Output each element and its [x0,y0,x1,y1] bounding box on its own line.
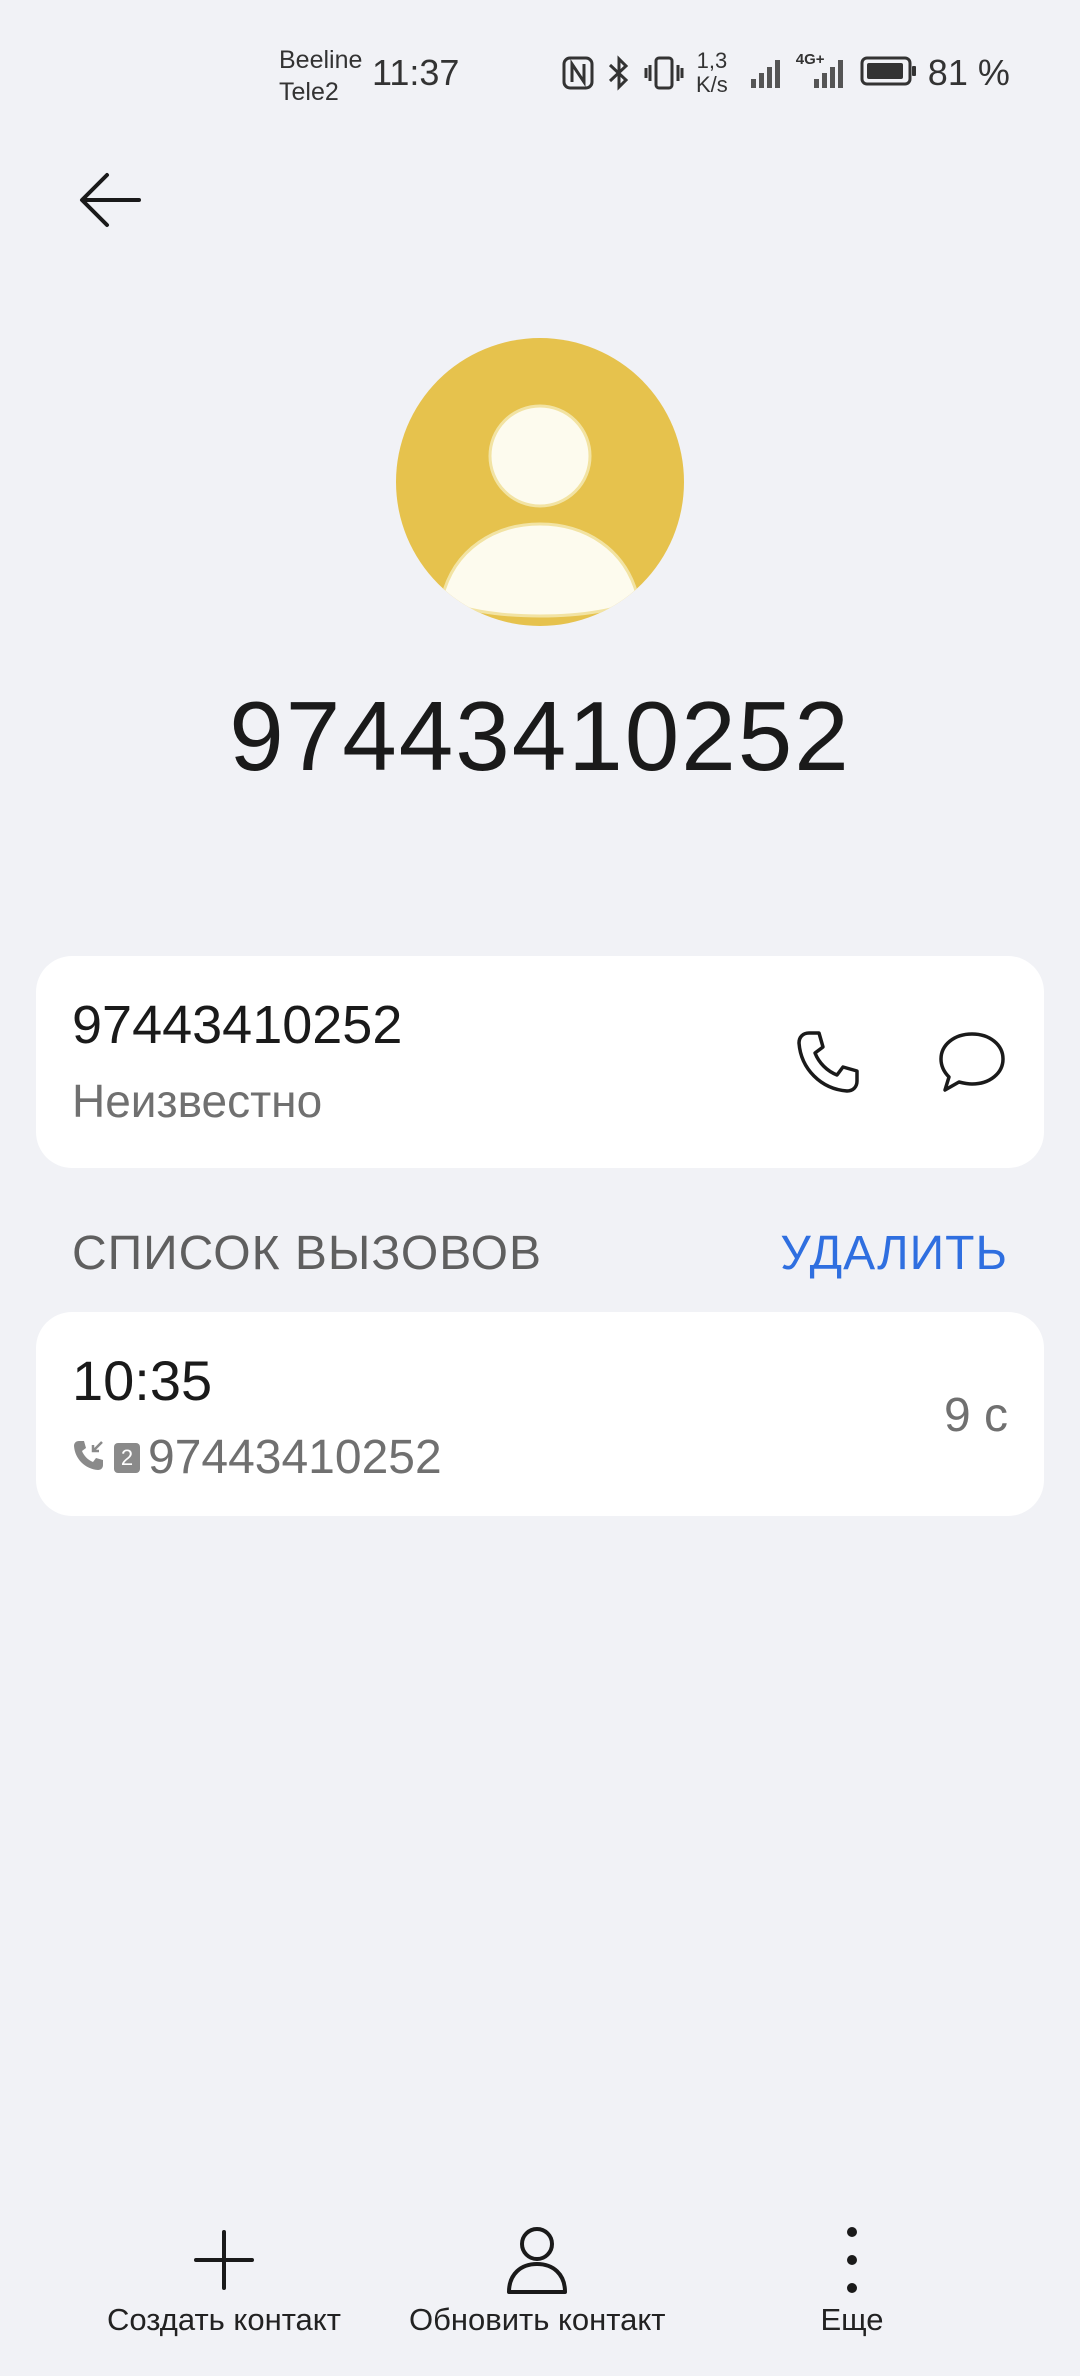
update-contact-label: Обновить контакт [409,2302,666,2337]
status-bar: Beeline Tele2 11:37 1,3 K/s 4G+ 81 % [0,0,1080,140]
back-button[interactable] [70,160,150,240]
more-button[interactable]: Еще [812,2220,892,2338]
update-contact-button[interactable]: Обновить контакт [409,2220,665,2338]
carrier-names: Beeline Tele2 [279,44,362,108]
network-type-label: 4G+ [795,51,825,68]
avatar [396,338,684,626]
battery-percent: 81 % [927,52,1010,93]
message-bubble-icon [939,1032,1005,1092]
sim-2-badge: 2 [114,1442,140,1473]
plus-icon [193,2230,254,2290]
vibrate-icon [644,55,684,91]
carrier-1: Beeline [279,46,363,74]
battery-icon [860,55,918,92]
more-vertical-icon [847,2227,857,2293]
more-label: Еще [820,2302,884,2337]
phone-icon [797,1031,859,1093]
call-log-title: СПИСОК ВЫЗОВОВ [72,1227,542,1280]
signal-4g-icon: 4G+ [796,51,848,89]
create-contact-button[interactable]: Создать контакт [107,2220,341,2338]
signal-icon [750,57,784,89]
contact-number-card: 97443410252 Неизвестно [36,956,1044,1168]
call-button[interactable] [788,1022,868,1102]
call-details: 2 97443410252 [72,1430,442,1485]
arrow-left-icon [80,173,141,227]
contact-title-number: 97443410252 [229,681,851,791]
nfc-icon [562,56,594,90]
message-button[interactable] [932,1022,1012,1102]
phone-label: Неизвестно [72,1075,323,1127]
person-icon [440,404,640,618]
call-time: 10:35 [72,1349,213,1412]
carrier-2: Tele2 [279,78,339,106]
status-icons: 1,3 K/s 4G+ 81 % [562,48,1010,98]
network-speed: 1,3 K/s [696,48,728,97]
contact-detail-screen: Beeline Tele2 11:37 1,3 K/s 4G+ 81 % 974… [0,0,1080,2376]
bluetooth-icon [606,55,632,91]
bottom-action-bar: Создать контакт Обновить контакт Еще [0,2220,1080,2340]
call-duration: 9 с [943,1389,1008,1442]
incoming-call-icon [72,1438,106,1477]
call-log-entry[interactable]: 10:35 2 97443410252 9 с [36,1312,1044,1516]
call-number: 97443410252 [148,1431,442,1484]
battery-indicator: 81 % [860,52,1010,94]
phone-number[interactable]: 97443410252 [72,994,402,1056]
delete-button[interactable]: УДАЛИТЬ [780,1226,1008,1281]
status-time: 11:37 [372,52,460,93]
person-outline-icon [507,2227,568,2294]
create-contact-label: Создать контакт [107,2302,341,2337]
